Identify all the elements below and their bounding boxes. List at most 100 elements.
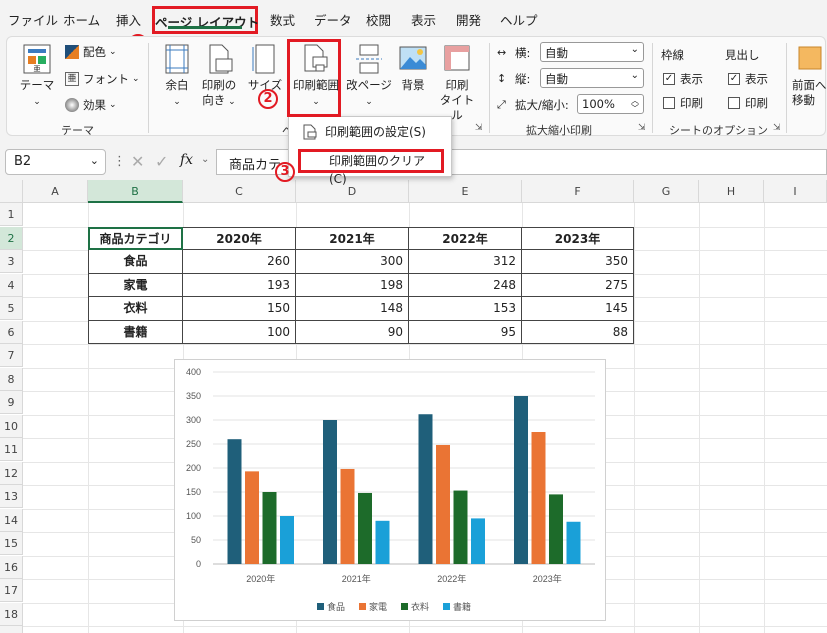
row-header[interactable]: 14: [0, 508, 23, 532]
orientation-button[interactable]: 印刷の 向き ⌄: [197, 43, 241, 110]
table-cell[interactable]: 88: [522, 320, 634, 344]
gridlines-view-checkbox[interactable]: ✓ 表示: [663, 71, 703, 87]
table-cell[interactable]: 100: [183, 320, 296, 344]
table-cell[interactable]: 153: [409, 297, 522, 321]
tab-help[interactable]: ヘルプ: [500, 10, 538, 29]
table-cell[interactable]: 150: [183, 297, 296, 321]
table-cell[interactable]: 260: [183, 250, 296, 274]
size-button[interactable]: サイズ: [245, 43, 285, 93]
row-header[interactable]: 1: [0, 203, 23, 226]
row-header[interactable]: 15: [0, 532, 23, 555]
gridlines-print-checkbox[interactable]: 印刷: [663, 95, 703, 111]
tab-data[interactable]: データ: [314, 10, 352, 29]
table-cell[interactable]: 312: [409, 250, 522, 274]
column-header[interactable]: B: [88, 180, 183, 203]
colors-button[interactable]: 配色 ⌄: [65, 44, 117, 60]
table-cell[interactable]: 家電: [88, 273, 183, 297]
dialog-launcher-icon[interactable]: ⇲: [773, 123, 781, 133]
headings-print-label: 印刷: [745, 96, 768, 110]
row-header[interactable]: 2: [0, 226, 23, 250]
dialog-launcher-icon[interactable]: ⇲: [638, 123, 646, 133]
background-button[interactable]: 背景: [395, 43, 431, 93]
row-header[interactable]: 8: [0, 367, 23, 391]
height-select[interactable]: 自動 ⌄: [540, 68, 644, 88]
enter-icon[interactable]: ✓: [155, 152, 168, 171]
tab-home[interactable]: ホーム: [63, 10, 100, 29]
effects-button[interactable]: 効果 ⌄: [65, 97, 117, 113]
bar-chart[interactable]: 400 350 300 250 200 150 100 50 0 2020年 2021年 2022年 2…: [174, 359, 606, 621]
row-header[interactable]: 12: [0, 461, 23, 485]
tab-view[interactable]: 表示: [411, 10, 436, 29]
table-cell[interactable]: 衣料: [88, 297, 183, 321]
column-header[interactable]: H: [699, 180, 764, 203]
themes-button[interactable]: 亜 テーマ ⌄: [17, 43, 57, 110]
tab-insert[interactable]: 挿入: [116, 10, 141, 29]
cancel-icon[interactable]: ✕: [131, 152, 144, 171]
tab-review[interactable]: 校閲: [366, 10, 391, 29]
row-header[interactable]: 9: [0, 391, 23, 414]
column-header[interactable]: G: [634, 180, 699, 203]
table-cell[interactable]: 350: [522, 250, 634, 274]
tab-file[interactable]: ファイル: [8, 10, 58, 29]
row-header[interactable]: 5: [0, 297, 23, 320]
dialog-launcher-icon[interactable]: ⇲: [475, 123, 483, 133]
row-header[interactable]: 10: [0, 414, 23, 438]
spinner-arrows-icon[interactable]: ︿ ﹀: [631, 97, 639, 113]
headings-view-checkbox[interactable]: ✓ 表示: [728, 71, 768, 87]
row-header[interactable]: 18: [0, 602, 23, 626]
table-cell[interactable]: 248: [409, 273, 522, 297]
scale-spinner[interactable]: 100% ︿ ﹀: [577, 94, 644, 114]
table-cell[interactable]: 食品: [88, 250, 183, 274]
fonts-button[interactable]: 亜フォント ⌄: [65, 71, 140, 87]
table-cell[interactable]: 148: [296, 297, 409, 321]
column-header[interactable]: F: [522, 180, 634, 203]
table-cell[interactable]: 書籍: [88, 320, 183, 344]
table-header-cell[interactable]: 2021年: [296, 226, 409, 250]
chevron-down-icon[interactable]: ⌄: [201, 154, 209, 165]
table-header-cell[interactable]: 商品カテゴリ: [88, 226, 183, 250]
column-header[interactable]: E: [409, 180, 522, 203]
row-header[interactable]: 7: [0, 344, 23, 367]
column-header[interactable]: D: [296, 180, 409, 203]
row-header[interactable]: 4: [0, 273, 23, 297]
headings-print-checkbox[interactable]: 印刷: [728, 95, 768, 111]
name-box[interactable]: B2 ⌄: [5, 149, 106, 175]
margins-button[interactable]: 余白 ⌄: [157, 43, 197, 110]
tab-formulas[interactable]: 数式: [270, 10, 295, 29]
chevron-down-icon: ⌄: [630, 70, 639, 81]
row-header[interactable]: 19: [0, 626, 23, 633]
select-all-corner[interactable]: [0, 180, 23, 203]
column-header[interactable]: A: [23, 180, 88, 203]
row-header[interactable]: 16: [0, 555, 23, 579]
table-cell[interactable]: 95: [409, 320, 522, 344]
table-cell[interactable]: 275: [522, 273, 634, 297]
tab-developer[interactable]: 開発: [456, 10, 481, 29]
table-header-cell[interactable]: 2023年: [522, 226, 634, 250]
set-print-area-item[interactable]: 印刷範囲の設定(S): [295, 120, 447, 144]
row-header[interactable]: 6: [0, 320, 23, 344]
tab-page-layout[interactable]: ページ レイアウト: [152, 6, 259, 34]
gridline-horizontal: [23, 626, 827, 627]
table-cell[interactable]: 145: [522, 297, 634, 321]
table-cell[interactable]: 300: [296, 250, 409, 274]
row-header[interactable]: 13: [0, 485, 23, 508]
table-cell[interactable]: 193: [183, 273, 296, 297]
insert-function-icon[interactable]: fx: [180, 152, 193, 168]
name-box-value: B2: [14, 154, 32, 169]
row-header[interactable]: 17: [0, 579, 23, 602]
clear-print-area-item[interactable]: 印刷範囲のクリア(C): [298, 149, 444, 186]
more-options-icon[interactable]: ⋮: [113, 154, 126, 169]
column-header[interactable]: I: [764, 180, 827, 203]
table-header-cell[interactable]: 2022年: [409, 226, 522, 250]
table-cell[interactable]: 198: [296, 273, 409, 297]
bring-forward-button[interactable]: 前面へ 移動: [792, 43, 827, 108]
table-cell[interactable]: 90: [296, 320, 409, 344]
row-header[interactable]: 3: [0, 250, 23, 273]
column-header[interactable]: C: [183, 180, 296, 203]
table-header-cell[interactable]: 2020年: [183, 226, 296, 250]
print-titles-button[interactable]: 印刷 タイトル: [435, 43, 479, 123]
width-select[interactable]: 自動 ⌄: [540, 42, 644, 62]
width-label: 横:: [515, 46, 531, 60]
row-header[interactable]: 11: [0, 438, 23, 461]
breaks-button[interactable]: 改ページ ⌄: [345, 43, 393, 110]
